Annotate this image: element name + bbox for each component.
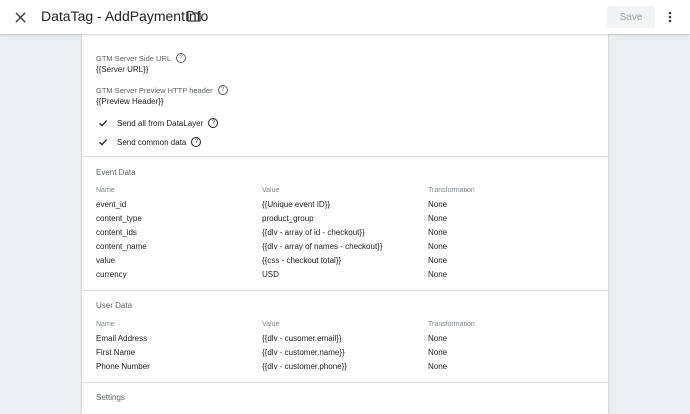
row-value: product_group	[262, 214, 314, 223]
row-transformation: None	[428, 228, 448, 237]
more-options-button[interactable]	[663, 8, 677, 26]
row-name: value	[96, 256, 116, 265]
row-transformation: None	[428, 242, 448, 251]
row-value: {{css - checkout total}}	[262, 256, 342, 265]
help-icon[interactable]: ?	[191, 137, 202, 147]
check-icon	[99, 120, 108, 127]
row-name: content_name	[96, 242, 147, 251]
row-transformation: None	[428, 362, 448, 371]
check-icon	[99, 139, 108, 146]
section-divider	[82, 156, 608, 157]
option-send-common-data[interactable]: Send common data ?	[98, 137, 202, 147]
folder-icon	[187, 10, 201, 22]
option-send-all-datalayer[interactable]: Send all from DataLayer ?	[98, 118, 219, 128]
row-value: {{Unique event ID}}	[262, 200, 331, 209]
close-button[interactable]	[9, 6, 31, 28]
server-url-value[interactable]: {{Server URL}}	[96, 65, 148, 74]
app-header: DataTag - AddPaymentInfo Save	[0, 0, 690, 34]
row-value: {{dlv - array of id - checkout}}	[262, 228, 365, 237]
row-transformation: None	[428, 334, 448, 343]
row-transformation: None	[428, 200, 448, 209]
preview-header-label: GTM Server Preview HTTP header ?	[96, 85, 228, 95]
row-value: USD	[262, 270, 279, 279]
help-icon[interactable]: ?	[176, 53, 187, 63]
column-header-value: Value	[262, 321, 280, 328]
preview-header-value[interactable]: {{Preview Header}}	[96, 97, 164, 106]
row-transformation: None	[428, 214, 448, 223]
column-header-transformation: Transformation	[428, 187, 475, 194]
column-header-name: Name	[96, 187, 115, 194]
row-transformation: None	[428, 270, 448, 279]
server-url-label: GTM Server Side URL ?	[96, 53, 187, 63]
row-transformation: None	[428, 348, 448, 357]
preview-header-label-text: GTM Server Preview HTTP header	[96, 85, 213, 95]
row-name: Phone Number	[96, 362, 150, 371]
row-value: {{dlv - array of names - checkout}}	[262, 242, 383, 251]
option-label: Send common data	[117, 137, 187, 147]
help-icon[interactable]: ?	[208, 118, 219, 128]
event-data-title: Event Data	[96, 168, 136, 177]
row-name: currency	[96, 270, 127, 279]
save-button[interactable]: Save	[607, 6, 655, 28]
row-name: content_ids	[96, 228, 137, 237]
row-name: event_id	[96, 200, 127, 209]
row-value: {{dlv - cusomer.email}}	[262, 334, 342, 343]
tag-config-panel: GTM Server Side URL ? {{Server URL}} GTM…	[82, 34, 608, 414]
option-label: Send all from DataLayer	[117, 118, 204, 128]
row-value: {{dlv - customer.name}}	[262, 348, 345, 357]
row-transformation: None	[428, 256, 448, 265]
column-header-name: Name	[96, 321, 115, 328]
section-divider	[82, 290, 608, 291]
server-url-label-text: GTM Server Side URL	[96, 53, 172, 63]
more-vert-icon	[668, 11, 672, 23]
row-name: Email Address	[96, 334, 148, 343]
page-title: DataTag - AddPaymentInfo	[41, 8, 209, 24]
help-icon[interactable]: ?	[217, 85, 228, 95]
row-name: content_type	[96, 214, 142, 223]
settings-title: Settings	[96, 393, 125, 402]
user-data-title: User Data	[96, 301, 133, 310]
row-name: First Name	[96, 348, 136, 357]
column-header-value: Value	[262, 187, 280, 194]
section-divider	[82, 382, 608, 383]
close-icon	[14, 11, 26, 23]
folder-button[interactable]	[186, 8, 202, 24]
row-value: {{dlv - customer.phone}}	[262, 362, 347, 371]
column-header-transformation: Transformation	[428, 321, 475, 328]
